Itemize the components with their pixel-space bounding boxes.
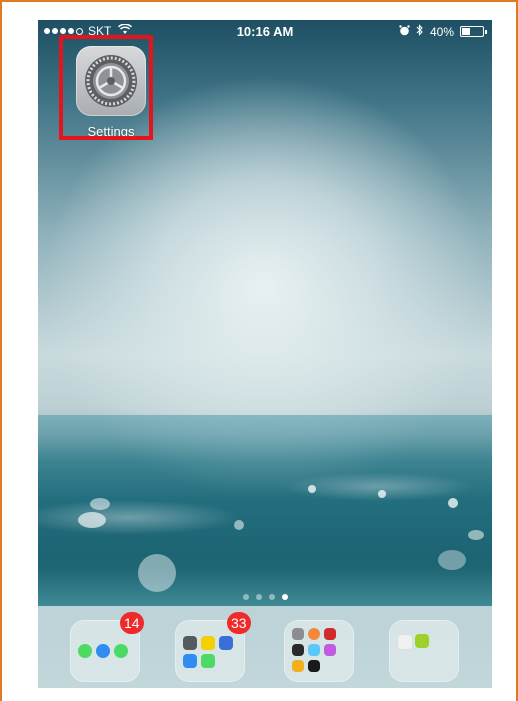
battery-fill xyxy=(462,28,470,35)
settings-highlight-box xyxy=(59,35,153,140)
page-dot xyxy=(268,594,275,600)
page-dot-active xyxy=(281,594,288,600)
app-icon xyxy=(292,660,304,672)
dock-folder-3[interactable] xyxy=(284,620,354,682)
page-dot xyxy=(242,594,249,600)
safari-icon xyxy=(96,644,110,658)
facetime-icon xyxy=(201,654,215,668)
photos-icon xyxy=(308,628,320,640)
phone-icon xyxy=(114,644,128,658)
notification-badge: 14 xyxy=(120,612,144,634)
app-icon xyxy=(308,644,320,656)
battery-tip xyxy=(485,30,487,34)
wallpaper-bokeh xyxy=(138,554,176,592)
app-icon xyxy=(308,660,320,672)
photo-icon xyxy=(324,644,336,656)
wallpaper-bokeh xyxy=(234,520,244,530)
wallpaper-bokeh xyxy=(468,530,484,540)
dock-folder-4[interactable] xyxy=(389,620,459,682)
battery-percent: 40% xyxy=(429,24,454,39)
wallpaper-bokeh xyxy=(448,498,458,508)
wallpaper-bokeh xyxy=(438,550,466,570)
status-bar-right: 40% xyxy=(399,24,487,39)
notification-badge: 33 xyxy=(227,612,251,634)
clips-icon xyxy=(292,644,304,656)
music-icon xyxy=(397,634,413,650)
dock-folder-2[interactable]: 33 xyxy=(175,612,251,682)
dock-folder-1[interactable]: 14 xyxy=(70,612,144,682)
page-dot xyxy=(255,594,262,600)
app-icon xyxy=(183,654,197,668)
chat-icon xyxy=(201,636,215,650)
screenshot-frame: SKT 10:16 AM 40% Settings 14 33 xyxy=(0,0,518,701)
photo-booth-icon xyxy=(324,628,336,640)
wallpaper-sea xyxy=(38,415,492,620)
wallpaper-bokeh xyxy=(90,498,110,510)
wallpaper-bokeh xyxy=(308,485,316,493)
battery-icon xyxy=(460,26,487,37)
wallpaper-bokeh xyxy=(78,512,106,528)
bluetooth-icon xyxy=(416,24,424,39)
app-n-icon xyxy=(219,636,233,650)
wallpaper-bokeh xyxy=(378,490,386,498)
app-icon xyxy=(183,636,197,650)
messages-icon xyxy=(78,644,92,658)
alarm-icon xyxy=(399,24,410,39)
dock: 14 33 xyxy=(38,606,492,688)
page-indicator[interactable] xyxy=(38,594,492,600)
camera-icon xyxy=(292,628,304,640)
app-icon xyxy=(415,634,429,648)
